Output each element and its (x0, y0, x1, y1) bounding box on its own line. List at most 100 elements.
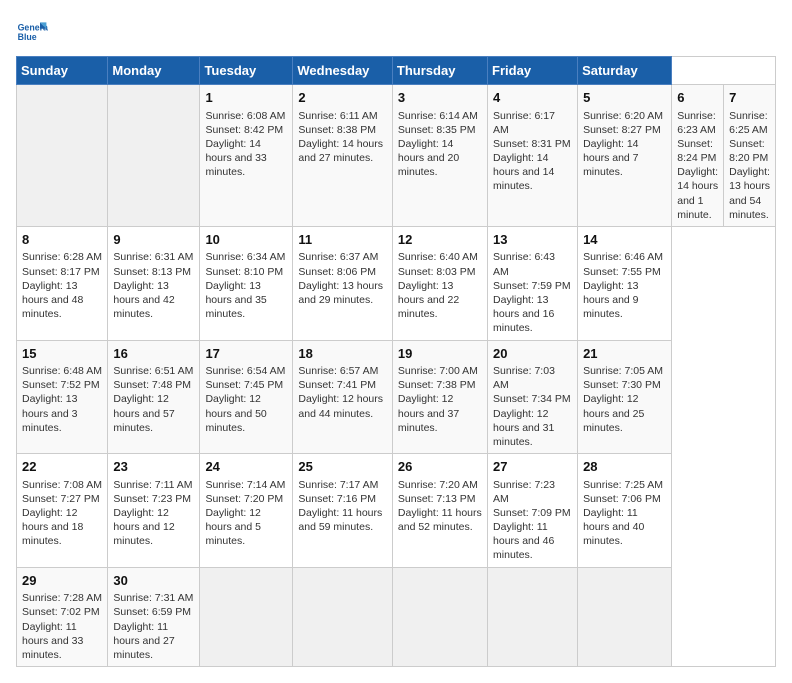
sunset-text: Sunset: 7:45 PM (205, 378, 287, 392)
sunrise-text: Sunrise: 7:14 AM (205, 478, 287, 492)
calendar-cell (392, 567, 487, 666)
sunrise-text: Sunrise: 7:11 AM (113, 478, 194, 492)
day-number: 22 (22, 458, 102, 476)
sunrise-text: Sunrise: 6:51 AM (113, 364, 194, 378)
day-number: 3 (398, 89, 482, 107)
day-number: 8 (22, 231, 102, 249)
daylight-text: Daylight: 13 hours and 35 minutes. (205, 279, 287, 322)
daylight-text: Daylight: 11 hours and 46 minutes. (493, 520, 572, 563)
calendar-week-row: 8Sunrise: 6:28 AMSunset: 8:17 PMDaylight… (17, 226, 776, 340)
sunrise-text: Sunrise: 6:31 AM (113, 250, 194, 264)
sunset-text: Sunset: 7:59 PM (493, 279, 572, 293)
day-number: 28 (583, 458, 666, 476)
daylight-text: Daylight: 13 hours and 42 minutes. (113, 279, 194, 322)
daylight-text: Daylight: 12 hours and 37 minutes. (398, 392, 482, 435)
daylight-text: Daylight: 12 hours and 12 minutes. (113, 506, 194, 549)
calendar-cell (108, 85, 200, 227)
day-number: 19 (398, 345, 482, 363)
sunset-text: Sunset: 7:55 PM (583, 265, 666, 279)
sunset-text: Sunset: 7:16 PM (298, 492, 387, 506)
daylight-text: Daylight: 13 hours and 22 minutes. (398, 279, 482, 322)
calendar-cell: 7Sunrise: 6:25 AMSunset: 8:20 PMDaylight… (724, 85, 776, 227)
sunset-text: Sunset: 7:30 PM (583, 378, 666, 392)
calendar-cell: 30Sunrise: 7:31 AMSunset: 6:59 PMDayligh… (108, 567, 200, 666)
sunrise-text: Sunrise: 6:28 AM (22, 250, 102, 264)
day-number: 20 (493, 345, 572, 363)
calendar-week-row: 15Sunrise: 6:48 AMSunset: 7:52 PMDayligh… (17, 340, 776, 454)
calendar-cell: 9Sunrise: 6:31 AMSunset: 8:13 PMDaylight… (108, 226, 200, 340)
sunset-text: Sunset: 7:41 PM (298, 378, 387, 392)
sunrise-text: Sunrise: 7:08 AM (22, 478, 102, 492)
day-number: 12 (398, 231, 482, 249)
calendar-header-row: SundayMondayTuesdayWednesdayThursdayFrid… (17, 57, 776, 85)
calendar-cell (488, 567, 578, 666)
daylight-text: Daylight: 13 hours and 3 minutes. (22, 392, 102, 435)
calendar-cell: 10Sunrise: 6:34 AMSunset: 8:10 PMDayligh… (200, 226, 293, 340)
sunrise-text: Sunrise: 6:08 AM (205, 109, 287, 123)
sunrise-text: Sunrise: 7:05 AM (583, 364, 666, 378)
sunrise-text: Sunrise: 7:00 AM (398, 364, 482, 378)
daylight-text: Daylight: 12 hours and 50 minutes. (205, 392, 287, 435)
calendar-cell: 1Sunrise: 6:08 AMSunset: 8:42 PMDaylight… (200, 85, 293, 227)
calendar-cell: 22Sunrise: 7:08 AMSunset: 7:27 PMDayligh… (17, 454, 108, 568)
calendar-cell: 25Sunrise: 7:17 AMSunset: 7:16 PMDayligh… (293, 454, 393, 568)
sunset-text: Sunset: 8:13 PM (113, 265, 194, 279)
calendar-cell: 18Sunrise: 6:57 AMSunset: 7:41 PMDayligh… (293, 340, 393, 454)
logo-icon: General Blue (16, 16, 48, 48)
calendar-cell: 8Sunrise: 6:28 AMSunset: 8:17 PMDaylight… (17, 226, 108, 340)
sunset-text: Sunset: 8:42 PM (205, 123, 287, 137)
sunrise-text: Sunrise: 7:25 AM (583, 478, 666, 492)
calendar-cell: 6Sunrise: 6:23 AMSunset: 8:24 PMDaylight… (672, 85, 724, 227)
sunrise-text: Sunrise: 7:31 AM (113, 591, 194, 605)
sunset-text: Sunset: 8:17 PM (22, 265, 102, 279)
sunrise-text: Sunrise: 6:43 AM (493, 250, 572, 278)
day-number: 4 (493, 89, 572, 107)
sunrise-text: Sunrise: 7:03 AM (493, 364, 572, 392)
sunset-text: Sunset: 8:06 PM (298, 265, 387, 279)
sunset-text: Sunset: 8:31 PM (493, 137, 572, 151)
sunset-text: Sunset: 7:02 PM (22, 605, 102, 619)
day-number: 16 (113, 345, 194, 363)
calendar-cell: 4Sunrise: 6:17 AMSunset: 8:31 PMDaylight… (488, 85, 578, 227)
calendar-cell: 28Sunrise: 7:25 AMSunset: 7:06 PMDayligh… (578, 454, 672, 568)
sunrise-text: Sunrise: 6:20 AM (583, 109, 666, 123)
daylight-text: Daylight: 13 hours and 29 minutes. (298, 279, 387, 307)
day-of-week-header: Wednesday (293, 57, 393, 85)
daylight-text: Daylight: 11 hours and 40 minutes. (583, 506, 666, 549)
sunrise-text: Sunrise: 6:57 AM (298, 364, 387, 378)
day-number: 1 (205, 89, 287, 107)
calendar-cell: 12Sunrise: 6:40 AMSunset: 8:03 PMDayligh… (392, 226, 487, 340)
day-number: 29 (22, 572, 102, 590)
daylight-text: Daylight: 12 hours and 57 minutes. (113, 392, 194, 435)
day-number: 7 (729, 89, 770, 107)
sunrise-text: Sunrise: 7:23 AM (493, 478, 572, 506)
calendar-cell: 21Sunrise: 7:05 AMSunset: 7:30 PMDayligh… (578, 340, 672, 454)
sunset-text: Sunset: 8:20 PM (729, 137, 770, 165)
daylight-text: Daylight: 13 hours and 48 minutes. (22, 279, 102, 322)
sunrise-text: Sunrise: 7:17 AM (298, 478, 387, 492)
day-number: 23 (113, 458, 194, 476)
sunset-text: Sunset: 8:38 PM (298, 123, 387, 137)
sunset-text: Sunset: 8:35 PM (398, 123, 482, 137)
calendar-cell: 5Sunrise: 6:20 AMSunset: 8:27 PMDaylight… (578, 85, 672, 227)
day-number: 25 (298, 458, 387, 476)
day-number: 13 (493, 231, 572, 249)
daylight-text: Daylight: 14 hours and 27 minutes. (298, 137, 387, 165)
daylight-text: Daylight: 14 hours and 1 minute. (677, 165, 718, 222)
sunset-text: Sunset: 7:13 PM (398, 492, 482, 506)
calendar-cell: 11Sunrise: 6:37 AMSunset: 8:06 PMDayligh… (293, 226, 393, 340)
daylight-text: Daylight: 13 hours and 54 minutes. (729, 165, 770, 222)
daylight-text: Daylight: 12 hours and 18 minutes. (22, 506, 102, 549)
sunrise-text: Sunrise: 7:20 AM (398, 478, 482, 492)
day-number: 2 (298, 89, 387, 107)
calendar-week-row: 29Sunrise: 7:28 AMSunset: 7:02 PMDayligh… (17, 567, 776, 666)
day-number: 15 (22, 345, 102, 363)
daylight-text: Daylight: 14 hours and 14 minutes. (493, 151, 572, 194)
calendar-week-row: 22Sunrise: 7:08 AMSunset: 7:27 PMDayligh… (17, 454, 776, 568)
calendar-cell (578, 567, 672, 666)
sunrise-text: Sunrise: 6:14 AM (398, 109, 482, 123)
calendar-cell: 24Sunrise: 7:14 AMSunset: 7:20 PMDayligh… (200, 454, 293, 568)
sunrise-text: Sunrise: 6:40 AM (398, 250, 482, 264)
sunset-text: Sunset: 8:27 PM (583, 123, 666, 137)
daylight-text: Daylight: 12 hours and 5 minutes. (205, 506, 287, 549)
